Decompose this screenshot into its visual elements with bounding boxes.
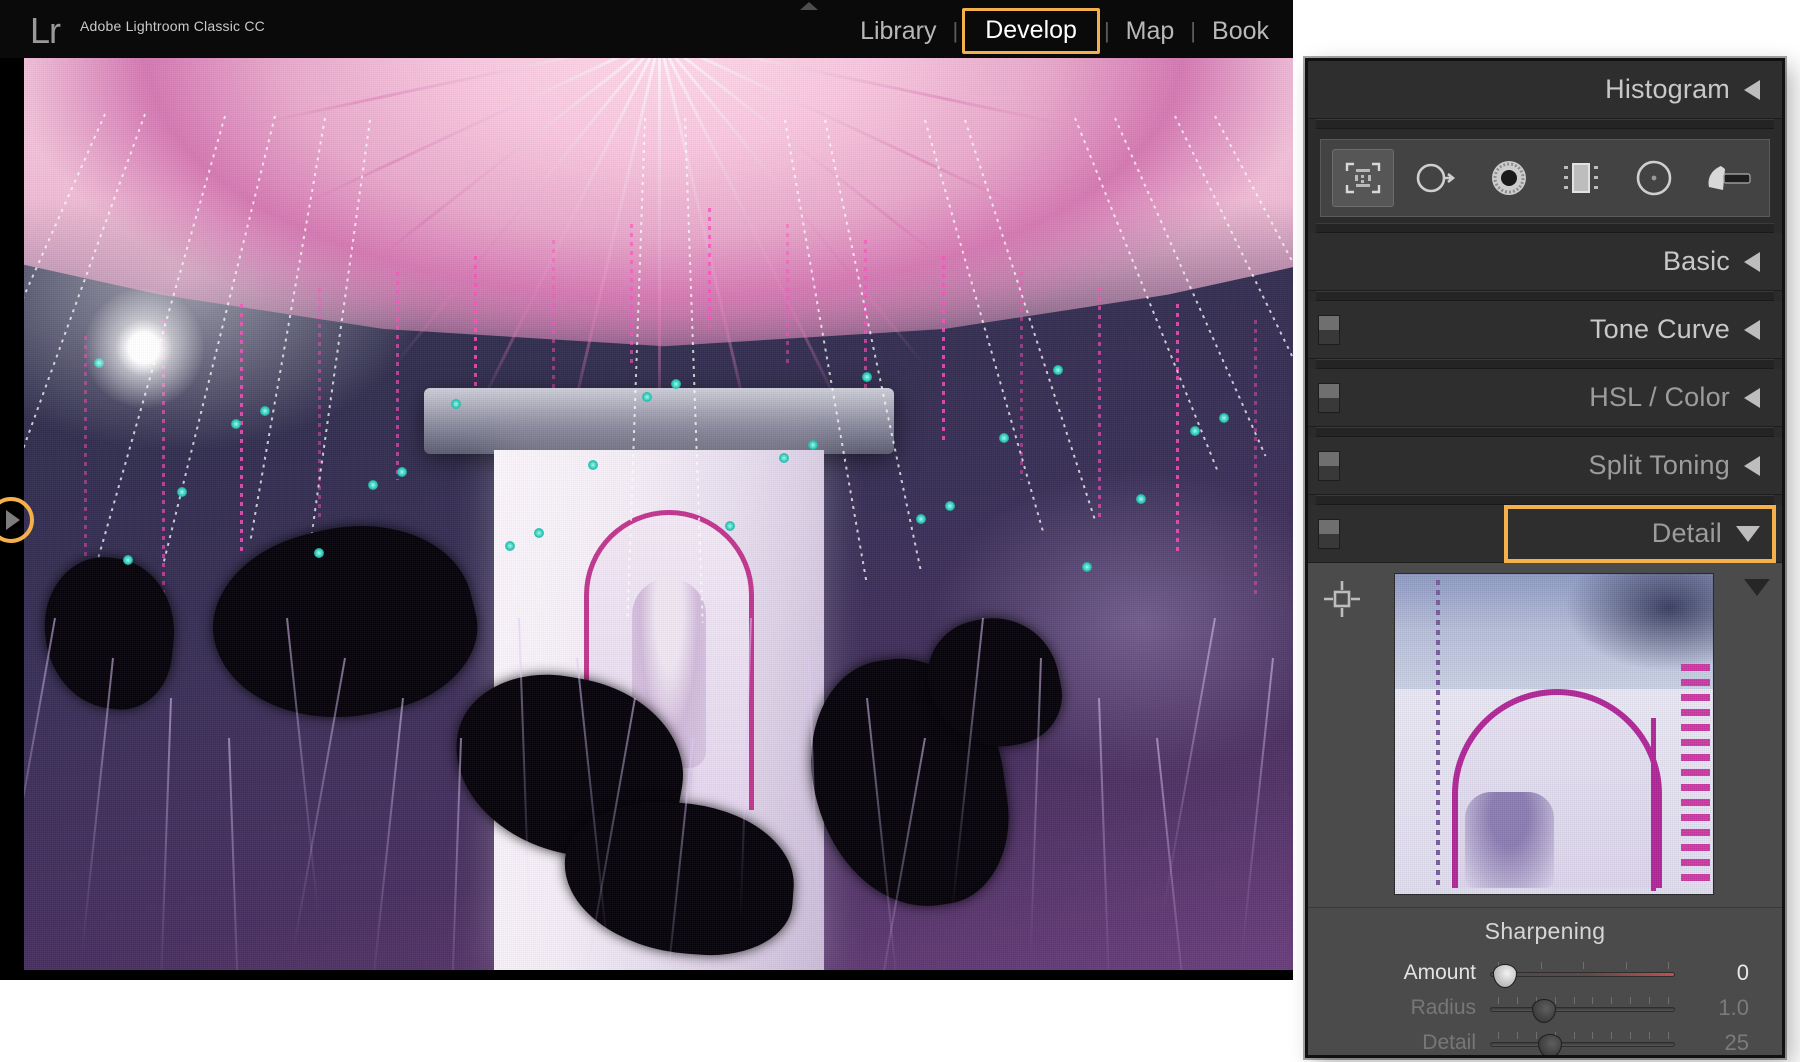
slider-knob-amount[interactable]: [1493, 964, 1517, 988]
triangle-left-icon[interactable]: [1744, 456, 1760, 476]
loupe-target-icon[interactable]: [1320, 577, 1364, 621]
module-develop[interactable]: Develop: [971, 16, 1091, 44]
adjustment-brush-tool[interactable]: [1696, 149, 1758, 207]
panel-divider: [1316, 119, 1774, 129]
slider-track-amount[interactable]: [1490, 962, 1675, 984]
slider-row-detail: Detail 25: [1308, 1025, 1782, 1058]
develop-right-panel: Histogram: [1305, 58, 1785, 1058]
hsl-color-title: HSL / Color: [1589, 382, 1730, 413]
slider-value-detail[interactable]: 25: [1675, 1030, 1767, 1056]
sharpening-section: Sharpening Amount0Radius1.0Detail25Maski…: [1308, 907, 1782, 1058]
image-canvas[interactable]: [24, 58, 1293, 970]
tone-curve-title: Tone Curve: [1590, 314, 1730, 345]
panel-header-tone-curve[interactable]: Tone Curve: [1308, 301, 1782, 359]
graduated-filter-icon: [1559, 159, 1603, 197]
detail-enable-switch[interactable]: [1318, 519, 1340, 549]
detail-preview-thumbnail[interactable]: [1394, 573, 1714, 895]
triangle-right-icon: [6, 510, 20, 530]
slider-ticks: [1490, 1032, 1675, 1039]
slider-track-radius[interactable]: [1490, 997, 1675, 1019]
detail-title: Detail: [1652, 518, 1722, 549]
sharpening-slider-list: Amount0Radius1.0Detail25Masking0: [1308, 955, 1782, 1058]
app-title: Adobe Lightroom Classic CC: [80, 18, 265, 34]
panel-header-basic[interactable]: Basic: [1308, 233, 1782, 291]
detail-preview-row: [1320, 573, 1770, 895]
module-map[interactable]: Map: [1112, 14, 1189, 48]
slider-row-amount: Amount 0: [1308, 955, 1782, 990]
slider-ticks: [1490, 962, 1675, 969]
preview-toggle-triangle-down-icon[interactable]: [1744, 579, 1770, 596]
module-library[interactable]: Library: [846, 14, 950, 48]
panel-header-split-toning[interactable]: Split Toning: [1308, 437, 1782, 495]
panel-header-hsl-color[interactable]: HSL / Color: [1308, 369, 1782, 427]
photo-grain: [24, 58, 1293, 970]
carousel-photo: [24, 58, 1293, 970]
histogram-title: Histogram: [1605, 74, 1730, 105]
graduated-filter-tool[interactable]: [1550, 149, 1612, 207]
spot-removal-icon: [1414, 161, 1458, 195]
panel-header-histogram[interactable]: Histogram: [1308, 61, 1782, 119]
crop-overlay-icon: [1343, 160, 1383, 196]
crop-overlay-tool[interactable]: [1332, 149, 1394, 207]
red-eye-correction-tool[interactable]: [1478, 149, 1540, 207]
spot-removal-tool[interactable]: [1405, 149, 1467, 207]
split-toning-enable-switch[interactable]: [1318, 451, 1340, 481]
slider-row-radius: Radius 1.0: [1308, 990, 1782, 1025]
triangle-up-icon: [800, 2, 818, 10]
red-eye-correction-icon: [1489, 158, 1529, 198]
slider-label-amount: Amount: [1308, 961, 1490, 985]
slider-bar: [1490, 1042, 1675, 1047]
slider-label-detail: Detail: [1308, 1031, 1490, 1055]
panel-divider: [1316, 359, 1774, 369]
slider-track-detail[interactable]: [1490, 1032, 1675, 1054]
hsl-color-enable-switch[interactable]: [1318, 383, 1340, 413]
panel-divider: [1316, 495, 1774, 505]
sharpening-title: Sharpening: [1308, 918, 1782, 945]
triangle-left-icon[interactable]: [1744, 320, 1760, 340]
top-bar: Lr Adobe Lightroom Classic CC Library | …: [0, 0, 1293, 58]
slider-knob-detail[interactable]: [1538, 1034, 1562, 1058]
module-separator-2: |: [1102, 14, 1112, 48]
panel-divider: [1316, 427, 1774, 437]
tone-curve-enable-switch[interactable]: [1318, 315, 1340, 345]
triangle-left-icon[interactable]: [1744, 80, 1760, 100]
detail-panel-body: [1308, 563, 1782, 907]
slider-knob-radius[interactable]: [1532, 999, 1556, 1023]
develop-tool-strip: [1320, 139, 1770, 217]
slider-ticks: [1490, 997, 1675, 1004]
panel-header-detail[interactable]: Detail: [1308, 505, 1782, 563]
adjustment-brush-icon: [1699, 161, 1755, 195]
basic-title: Basic: [1663, 246, 1730, 277]
slider-bar: [1490, 972, 1675, 977]
module-develop-highlight: Develop: [962, 8, 1100, 54]
module-book[interactable]: Book: [1198, 14, 1283, 48]
slider-value-amount[interactable]: 0: [1675, 960, 1767, 986]
module-picker: Library | Develop | Map | Book: [846, 12, 1283, 50]
module-separator-3: |: [1188, 14, 1198, 48]
panel-divider: [1316, 291, 1774, 301]
panel-divider: [1316, 223, 1774, 233]
lightroom-window: Lr Adobe Lightroom Classic CC Library | …: [0, 0, 1293, 980]
screenshot-root: Lr Adobe Lightroom Classic CC Library | …: [0, 0, 1800, 1062]
radial-filter-icon: [1634, 158, 1674, 198]
slider-bar: [1490, 1007, 1675, 1012]
triangle-left-icon[interactable]: [1744, 388, 1760, 408]
slider-label-radius: Radius: [1308, 996, 1490, 1020]
triangle-down-icon[interactable]: [1736, 526, 1760, 542]
radial-filter-tool[interactable]: [1623, 149, 1685, 207]
preview-grain: [1395, 574, 1713, 894]
triangle-left-icon[interactable]: [1744, 252, 1760, 272]
lightroom-logo: Lr: [30, 12, 78, 52]
split-toning-title: Split Toning: [1588, 450, 1730, 481]
top-panel-collapse-arrow[interactable]: [800, 2, 822, 14]
module-separator-1: |: [950, 14, 960, 48]
slider-value-radius[interactable]: 1.0: [1675, 995, 1767, 1021]
